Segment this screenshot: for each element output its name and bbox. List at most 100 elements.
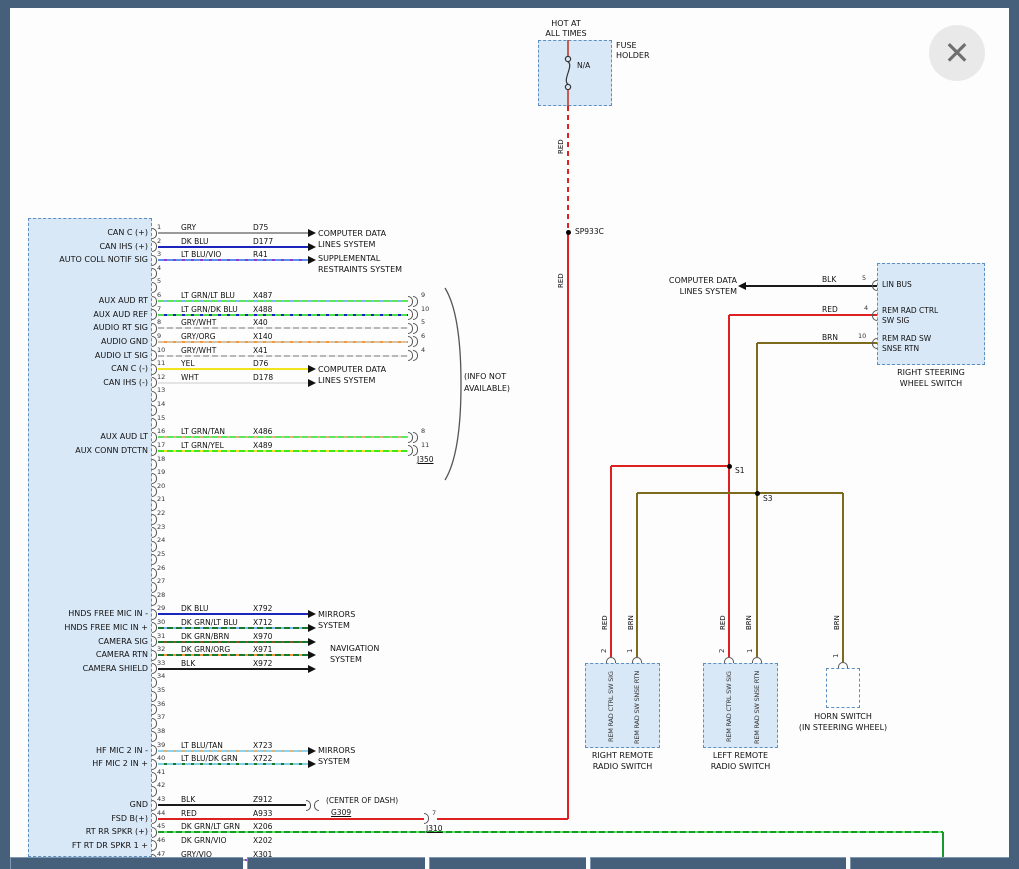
close-button[interactable]: ✕ bbox=[929, 25, 985, 81]
wire-color-label: GRY/WHT bbox=[181, 318, 245, 327]
pin-number: 2 bbox=[718, 645, 726, 656]
wire-color-label: GRY bbox=[181, 223, 245, 232]
pin-number: 11 bbox=[157, 359, 171, 368]
wire-X488 bbox=[158, 314, 408, 316]
pin-label: AUX CONN DTCTN bbox=[30, 446, 148, 456]
table-header-cell[interactable] bbox=[10, 857, 243, 869]
wire-arrow bbox=[308, 638, 316, 646]
wire-color-label: BLK bbox=[181, 795, 245, 804]
wire-color-label: WHT bbox=[181, 373, 245, 382]
pin-number: 37 bbox=[157, 713, 171, 722]
signal-label: REM RAD CTRL SW SIG bbox=[725, 668, 734, 746]
wire-X202 bbox=[158, 845, 300, 847]
wire-rem-rad-sw-branch bbox=[637, 492, 757, 494]
wire-color-label: BRN bbox=[822, 333, 846, 342]
fuse-holder-label-2: HOLDER bbox=[616, 51, 650, 61]
wire-color-label: BLK bbox=[822, 275, 846, 284]
wire-X712 bbox=[158, 627, 308, 629]
pin-number: 31 bbox=[157, 632, 171, 641]
pin-number: 4 bbox=[157, 264, 171, 273]
wire-Z912 bbox=[158, 804, 306, 806]
table-header-cell[interactable] bbox=[429, 857, 586, 869]
pin-label: HF MIC 2 IN - bbox=[30, 746, 148, 756]
mating-pin-number: 6 bbox=[421, 332, 435, 341]
steering-switch-caption-2: WHEEL SWITCH bbox=[877, 379, 985, 389]
table-header-cell[interactable] bbox=[247, 857, 425, 869]
wire-color-label: BLK bbox=[181, 659, 245, 668]
pin-label: FT RT DR SPKR 1 + bbox=[30, 841, 148, 851]
wire-color-label: GRY/WHT bbox=[181, 346, 245, 355]
wire-rem-rad-ctrl-branch bbox=[610, 466, 612, 657]
pin-label: FSD B(+) bbox=[30, 814, 148, 824]
pin-number: 23 bbox=[157, 523, 171, 532]
pin-number: 40 bbox=[157, 754, 171, 763]
pin-bracket bbox=[872, 338, 877, 349]
left-remote-caption: LEFT REMOTE bbox=[703, 751, 778, 761]
pin-number: 17 bbox=[157, 441, 171, 450]
fuse-holder-label: FUSE bbox=[616, 41, 637, 51]
pin-label: CAN C (-) bbox=[30, 364, 148, 374]
pin-number: 1 bbox=[746, 645, 754, 656]
wire-color-label: RED bbox=[557, 134, 566, 160]
pin-label: CAN IHS (-) bbox=[30, 378, 148, 388]
wire-rem-rad-ctrl bbox=[728, 315, 730, 657]
pin-label: CAMERA SHIELD bbox=[30, 664, 148, 674]
wire-color-label: LT BLU/VIO bbox=[181, 250, 245, 259]
pin-label: RT RR SPKR (+) bbox=[30, 827, 148, 837]
right-remote-caption: RIGHT REMOTE bbox=[585, 751, 660, 761]
signal-label: REM RAD CTRL SW SIG bbox=[607, 668, 616, 746]
system-label: LINES SYSTEM bbox=[318, 240, 468, 251]
wire-arrow bbox=[308, 379, 316, 387]
pin-number: 4 bbox=[864, 304, 868, 313]
wire-color-label: RED bbox=[719, 610, 728, 636]
table-header-cell[interactable] bbox=[850, 857, 1009, 869]
close-icon: ✕ bbox=[944, 37, 971, 69]
wire-horn-branch bbox=[842, 493, 844, 662]
wire-circuit-label: R41 bbox=[253, 250, 293, 259]
wire-arrow bbox=[308, 610, 316, 618]
table-header-cell[interactable] bbox=[590, 857, 846, 869]
wire-circuit-label: X140 bbox=[253, 332, 293, 341]
mating-pin-number: 9 bbox=[421, 291, 435, 300]
wire-X972 bbox=[158, 668, 308, 670]
pin-label: GND bbox=[30, 800, 148, 810]
pin-number: 26 bbox=[157, 564, 171, 573]
pin-bracket bbox=[872, 310, 877, 321]
pin-number: 5 bbox=[862, 274, 866, 283]
splice-dot-s1 bbox=[727, 464, 732, 469]
system-label: MIRRORS bbox=[318, 610, 468, 621]
pin-number: 42 bbox=[157, 781, 171, 790]
pin-number: 25 bbox=[157, 550, 171, 559]
mating-pin-number: 5 bbox=[421, 318, 435, 327]
system-label: COMPUTER DATA bbox=[645, 276, 737, 286]
pin-label-rem-rad-ctrl: REM RAD CTRL bbox=[882, 306, 938, 316]
wire-rem-rad-ctrl bbox=[729, 314, 877, 316]
pin-label: AUX AUD LT bbox=[30, 432, 148, 442]
pin-label-rem-rad-sw: REM RAD SW bbox=[882, 334, 931, 344]
signal-label: REM RAD SW SNSE RTN bbox=[753, 668, 762, 746]
wire-circuit-label: X488 bbox=[253, 305, 293, 314]
wire-color-label: DK GRN/LT GRN bbox=[181, 822, 245, 831]
pin-number: 39 bbox=[157, 741, 171, 750]
pin-number: 41 bbox=[157, 768, 171, 777]
pin-label: AUDIO LT SIG bbox=[30, 351, 148, 361]
pin-label-lin-bus: LIN BUS bbox=[882, 280, 912, 290]
system-label: MIRRORS bbox=[318, 746, 468, 757]
wire-color-label: BRN bbox=[627, 610, 636, 636]
wire-circuit-label: X202 bbox=[253, 836, 293, 845]
splice-label-s1: S1 bbox=[735, 466, 745, 476]
pin-number: 35 bbox=[157, 686, 171, 695]
pin-number: 19 bbox=[157, 468, 171, 477]
pin-number: 2 bbox=[157, 237, 171, 246]
wire-circuit-label: X722 bbox=[253, 754, 293, 763]
pin-number: 38 bbox=[157, 727, 171, 736]
pin-number: 24 bbox=[157, 536, 171, 545]
inline-connector-j310: J310 bbox=[426, 824, 443, 834]
pin-label: HNDS FREE MIC IN + bbox=[30, 623, 148, 633]
ground-connector-bracket bbox=[306, 800, 311, 811]
connector-bracket bbox=[413, 336, 418, 347]
wire-X140 bbox=[158, 341, 408, 343]
splice-dot-sp933c bbox=[566, 230, 571, 235]
system-label: SYSTEM bbox=[330, 655, 480, 666]
wire-color-label: LT GRN/YEL bbox=[181, 441, 245, 450]
